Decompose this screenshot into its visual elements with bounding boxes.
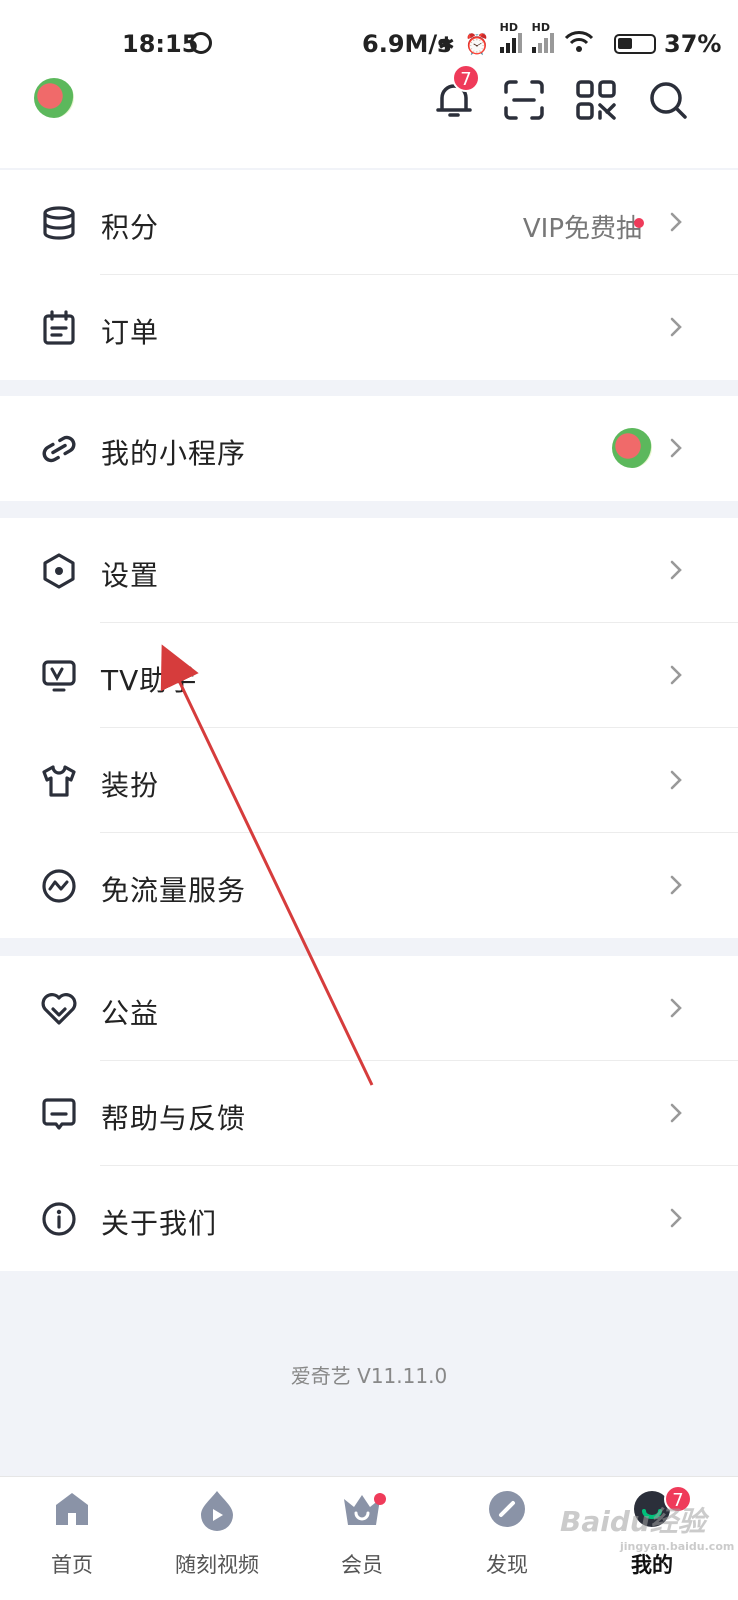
menu-label-dress-up: 装扮 (101, 769, 160, 802)
signal-2-icon: HD (531, 21, 554, 56)
tab-suike-video[interactable]: 随刻视频 (157, 1487, 277, 1579)
status-time: 18:15 (122, 30, 199, 58)
shirt-icon (42, 765, 76, 797)
netease-music-icon (190, 32, 212, 54)
chevron-right-icon (670, 1208, 682, 1228)
chevron-right-icon (670, 770, 682, 790)
menu-label-data-free: 免流量服务 (101, 874, 247, 907)
search-icon (650, 82, 687, 119)
menu-label-charity: 公益 (101, 997, 160, 1030)
chevron-right-icon (670, 438, 682, 458)
menu-item-orders[interactable]: 订单 (0, 275, 738, 380)
feedback-icon (42, 1098, 76, 1130)
menu-group-about: 公益 帮助与反馈 关于我们 (0, 956, 738, 1271)
vip-lottery-hint: VIP免费抽 (522, 214, 642, 244)
app-version: 爱奇艺 V11.11.0 (290, 1364, 448, 1388)
membership-red-dot (374, 1493, 386, 1505)
qr-code-icon (576, 80, 616, 120)
menu-label-points: 积分 (101, 211, 160, 244)
qr-code-button[interactable] (574, 78, 618, 122)
red-dot-indicator (634, 218, 644, 228)
alarm-icon: ⏰ (464, 31, 490, 56)
search-button[interactable] (646, 78, 690, 122)
baidu-watermark: Baidu经验 jingyan.baidu.com (560, 1505, 735, 1553)
settings-icon (43, 553, 75, 589)
menu-group-mini-programs: 我的小程序 (0, 396, 738, 501)
top-header: 7 (0, 64, 738, 168)
tab-home[interactable]: 首页 (12, 1487, 132, 1579)
menu-item-charity[interactable]: 公益 (0, 956, 738, 1061)
tab-membership[interactable]: 会员 (302, 1487, 422, 1579)
compass-icon (489, 1491, 525, 1527)
menu-item-dress-up[interactable]: 装扮 (0, 728, 738, 833)
mini-program-avatar (612, 428, 652, 468)
heart-icon (41, 993, 77, 1025)
tab-discover[interactable]: 发现 (447, 1487, 567, 1579)
menu-item-tv-assistant[interactable]: TV助手 (0, 623, 738, 728)
menu-label-help-feedback: 帮助与反馈 (101, 1102, 247, 1135)
flame-play-icon (201, 1491, 233, 1531)
chevron-right-icon (670, 665, 682, 685)
menu-item-about-us[interactable]: 关于我们 (0, 1166, 738, 1271)
coins-icon (43, 206, 75, 240)
menu-group-settings: 设置 TV助手 装扮 免流量服务 (0, 518, 738, 938)
status-bar: 18:15 6.9M/s ✱ ⏰ HD HD 37% (0, 0, 738, 64)
menu-label-tv-assistant: TV助手 (101, 664, 198, 697)
menu-item-data-free[interactable]: 免流量服务 (0, 833, 738, 938)
menu-group-assets: 积分 VIP免费抽 订单 (0, 170, 738, 380)
battery-icon (614, 34, 656, 54)
signal-1-icon: HD (499, 21, 522, 56)
menu-item-points[interactable]: 积分 VIP免费抽 (0, 170, 738, 275)
data-free-icon (42, 869, 76, 903)
chevron-right-icon (670, 317, 682, 337)
menu-item-settings[interactable]: 设置 (0, 518, 738, 623)
scan-button[interactable] (502, 78, 546, 122)
menu-label-settings: 设置 (101, 559, 160, 592)
avatar[interactable] (34, 78, 74, 118)
order-icon (43, 310, 75, 345)
battery-percent: 37% (664, 30, 722, 58)
notification-badge: 7 (452, 64, 480, 92)
chevron-right-icon (670, 1103, 682, 1123)
chevron-right-icon (670, 875, 682, 895)
menu-item-help-feedback[interactable]: 帮助与反馈 (0, 1061, 738, 1166)
notification-button[interactable]: 7 (432, 64, 480, 122)
bluetooth-icon: ✱ (438, 31, 455, 56)
wifi-icon (564, 30, 594, 57)
chevron-right-icon (670, 998, 682, 1018)
mini-program-icon (42, 435, 76, 463)
tv-icon (42, 660, 76, 692)
status-icons: ✱ ⏰ HD HD (438, 21, 594, 57)
menu-label-orders: 订单 (101, 316, 160, 349)
chevron-right-icon (670, 560, 682, 580)
menu-item-mini-programs[interactable]: 我的小程序 (0, 396, 738, 501)
info-icon (42, 1202, 76, 1236)
menu-label-about-us: 关于我们 (101, 1207, 218, 1240)
chevron-right-icon (670, 212, 682, 232)
home-icon (56, 1493, 88, 1525)
scan-icon (504, 80, 544, 120)
menu-label-mini-programs: 我的小程序 (101, 437, 247, 470)
